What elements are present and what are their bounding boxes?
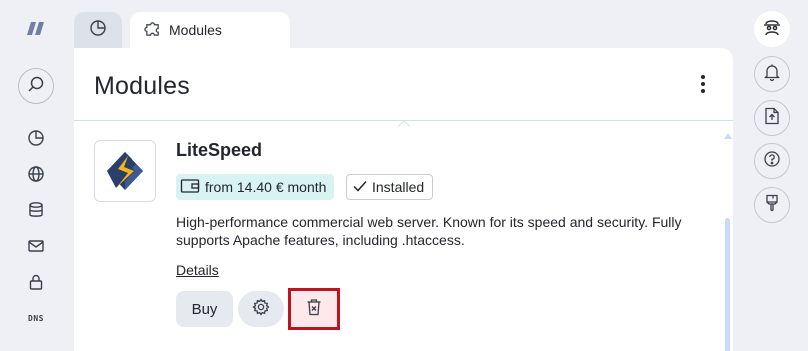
checkmark-icon <box>353 179 367 195</box>
scroll-up-icon[interactable] <box>723 128 733 139</box>
trash-icon <box>306 298 322 321</box>
globe-icon[interactable] <box>25 163 47 185</box>
pie-chart-icon <box>89 19 107 42</box>
appearance-button[interactable] <box>754 187 790 223</box>
vertical-dots-icon <box>700 74 706 99</box>
page-title: Modules <box>94 72 190 100</box>
module-description: High-performance commercial web server. … <box>176 214 682 248</box>
status-badge: Installed <box>346 174 434 200</box>
dns-icon[interactable]: DNS <box>25 307 47 329</box>
buy-button[interactable]: Buy <box>176 291 233 327</box>
pie-chart-icon[interactable] <box>25 127 47 149</box>
tab-modules[interactable]: Modules <box>130 12 290 48</box>
wallet-icon <box>180 177 200 198</box>
mail-icon[interactable] <box>25 235 47 257</box>
avatar-icon <box>761 16 783 43</box>
database-icon[interactable] <box>25 199 47 221</box>
file-upload-icon <box>764 107 780 130</box>
more-options-button[interactable] <box>691 74 715 98</box>
brand-logo-icon[interactable] <box>26 20 46 38</box>
left-sidebar: DNS <box>0 0 72 351</box>
help-button[interactable] <box>754 143 790 179</box>
right-sidebar <box>748 0 808 351</box>
search-button[interactable] <box>18 68 54 104</box>
dns-label: DNS <box>28 313 44 323</box>
notifications-button[interactable] <box>754 56 790 92</box>
user-avatar-button[interactable] <box>754 11 790 47</box>
settings-button[interactable] <box>238 291 284 327</box>
gear-icon <box>252 297 270 321</box>
chevron-up-icon <box>397 115 411 127</box>
status-text: Installed <box>372 179 425 195</box>
tab-dashboard[interactable] <box>74 12 122 48</box>
tab-modules-label: Modules <box>169 22 222 38</box>
brush-icon <box>764 194 780 217</box>
bell-icon <box>763 63 781 86</box>
lock-icon[interactable] <box>25 271 47 293</box>
module-name: LiteSpeed <box>176 140 263 160</box>
puzzle-icon <box>144 20 161 40</box>
help-icon <box>763 150 781 173</box>
details-link[interactable]: Details <box>176 262 219 278</box>
scrollbar-thumb[interactable] <box>725 218 730 351</box>
price-badge: from 14.40 € month <box>176 174 335 200</box>
modules-panel: Modules LiteSpeed from 14.40 € month Ins… <box>74 48 733 351</box>
delete-button[interactable] <box>288 288 340 330</box>
search-icon <box>27 75 45 98</box>
file-upload-button[interactable] <box>754 100 790 136</box>
price-text: from 14.40 € month <box>205 179 327 195</box>
litespeed-logo <box>94 140 156 202</box>
